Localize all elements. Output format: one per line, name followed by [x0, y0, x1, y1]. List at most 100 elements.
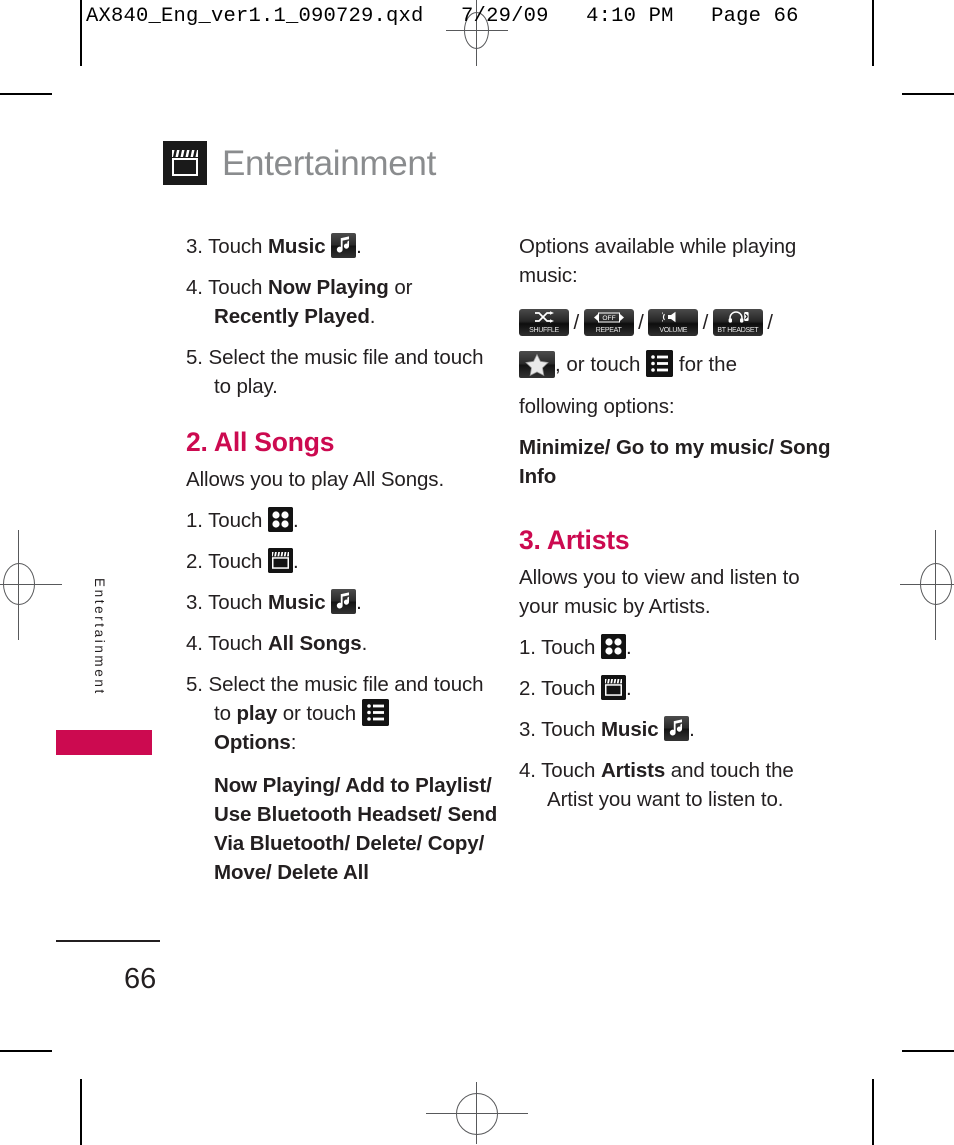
volume-caption: VOLUME	[659, 327, 688, 334]
repeat-glyph: OFF	[584, 311, 634, 323]
step-bold-term: Music	[267, 591, 326, 615]
step-text-tail: .	[689, 718, 695, 742]
list-item: 3. Touch Music .	[186, 588, 500, 617]
music-note-icon	[331, 589, 357, 615]
list-item: 3. Touch Music .	[519, 715, 833, 744]
list-item: 5. Select the music file and touch to pl…	[186, 670, 500, 757]
step-text-tail: .	[625, 636, 632, 660]
following-options-list: Minimize/ Go to my music/ Song Info	[519, 436, 831, 488]
shuffle-glyph	[519, 311, 569, 323]
step-number: 1.	[186, 509, 203, 533]
bt-headset-glyph	[713, 311, 763, 323]
repeat-caption: REPEAT	[595, 327, 622, 334]
icon-separator: /	[767, 311, 773, 334]
step-number: 3.	[186, 591, 203, 615]
step-text: Touch	[208, 632, 268, 656]
list-item: 4. Touch Artists and touch the Artist yo…	[519, 756, 833, 814]
step-bold-term: All Songs	[267, 632, 362, 656]
folio-rule	[56, 940, 160, 942]
list-menu-icon	[361, 699, 389, 727]
shuffle-caption: SHUFFLE	[529, 327, 559, 334]
step-number: 4.	[186, 276, 203, 299]
touch-text: , or touch	[555, 353, 647, 376]
grid-four-dots-icon	[600, 634, 626, 660]
step-number: 5.	[186, 346, 203, 369]
step-text: Touch	[208, 509, 268, 533]
step-text-tail: .	[361, 632, 368, 656]
volume-icon: VOLUME	[648, 309, 699, 336]
repeat-icon: OFF REPEAT	[583, 309, 634, 336]
section-heading-artists: 3. Artists	[519, 525, 630, 555]
list-item: 5. Select the music file and touch to pl…	[186, 346, 484, 398]
step-text-tail: .	[292, 550, 299, 574]
step-number: 2.	[186, 550, 203, 574]
step-bold-term: Music	[267, 235, 326, 258]
list-item: 4. Touch Now Playing or Recently Played.	[186, 276, 413, 328]
left-column: 3. Touch Music . 4. Touch Now Playing or…	[186, 232, 500, 887]
page-title-text: Entertainment	[222, 143, 436, 183]
list-item: 1. Touch .	[186, 506, 500, 535]
list-item: 2. Touch .	[186, 547, 500, 576]
clapperboard-icon	[267, 548, 293, 574]
step-bold-term: Music	[600, 718, 659, 742]
section-intro: Allows you to view and listen to your mu…	[519, 566, 800, 619]
list-item: 1. Touch .	[519, 633, 833, 662]
svg-text:OFF: OFF	[602, 315, 615, 322]
step-text-mid: or touch	[277, 702, 362, 726]
step-text: Touch	[541, 759, 601, 783]
section-heading-all-songs: 2. All Songs	[186, 427, 335, 457]
step-bold-term: Artists	[600, 759, 666, 783]
volume-glyph	[648, 311, 698, 323]
step-number: 4.	[186, 632, 203, 656]
shuffle-icon: SHUFFLE	[519, 309, 569, 336]
icon-separator: /	[638, 311, 644, 334]
step-text-tail: .	[356, 235, 362, 258]
list-item: 2. Touch .	[519, 674, 833, 703]
step-text: Touch	[208, 591, 268, 615]
step-text: Touch	[541, 677, 601, 701]
step-text: Touch	[208, 550, 268, 574]
options-list: Now Playing/ Add to Playlist/ Use Blueto…	[214, 774, 498, 885]
list-item: 3. Touch Music .	[186, 232, 500, 261]
favorite-and-menu-row: , or touch for the	[519, 348, 833, 382]
manual-page: Entertainment Entertainment 66 3. Touch …	[0, 0, 954, 1145]
step-bold-term: Now Playing	[267, 276, 389, 299]
step-text-tail: :	[290, 731, 297, 755]
icon-separator: /	[573, 311, 580, 334]
side-tab-bar	[56, 730, 152, 755]
touch-text-tail: for the	[673, 353, 737, 376]
bt-headset-caption: BT HEADSET	[717, 327, 759, 334]
step-text-tail: .	[625, 677, 632, 701]
step-text-tail: .	[356, 591, 362, 615]
step-bold-term: Options	[214, 731, 291, 755]
music-note-icon	[331, 233, 357, 258]
bt-headset-icon: BT HEADSET	[712, 309, 763, 336]
music-note-icon	[664, 716, 690, 742]
section-intro: Allows you to play All Songs.	[186, 468, 445, 492]
step-bold-term: play	[236, 702, 278, 726]
player-control-icon-row: SHUFFLE / OFF REPEAT / VOLUME / BT HEADS…	[519, 306, 833, 342]
options-intro: Options available while playing music:	[519, 235, 797, 287]
side-tab-label: Entertainment	[92, 578, 107, 696]
clapperboard-icon	[163, 141, 207, 185]
step-number: 3.	[186, 235, 203, 258]
step-bold-term: Recently Played	[214, 305, 370, 328]
step-number: 2.	[519, 677, 536, 701]
clapperboard-icon	[600, 675, 626, 701]
step-number: 5.	[186, 673, 203, 697]
page-title: Entertainment	[163, 141, 436, 185]
page-number: 66	[124, 963, 157, 995]
step-text: Touch	[541, 718, 601, 742]
step-number: 4.	[519, 759, 536, 783]
star-icon	[519, 351, 555, 378]
list-item: 4. Touch All Songs.	[186, 629, 500, 658]
step-text: Touch	[208, 235, 268, 258]
list-menu-icon	[646, 350, 674, 377]
icon-separator: /	[702, 311, 709, 334]
right-column: Options available while playing music: S…	[519, 232, 833, 826]
step-text: Touch	[541, 636, 601, 660]
step-text-tail: .	[292, 509, 299, 533]
following-options-label: following options:	[519, 395, 675, 418]
grid-four-dots-icon	[267, 507, 293, 533]
step-number: 3.	[519, 718, 536, 742]
